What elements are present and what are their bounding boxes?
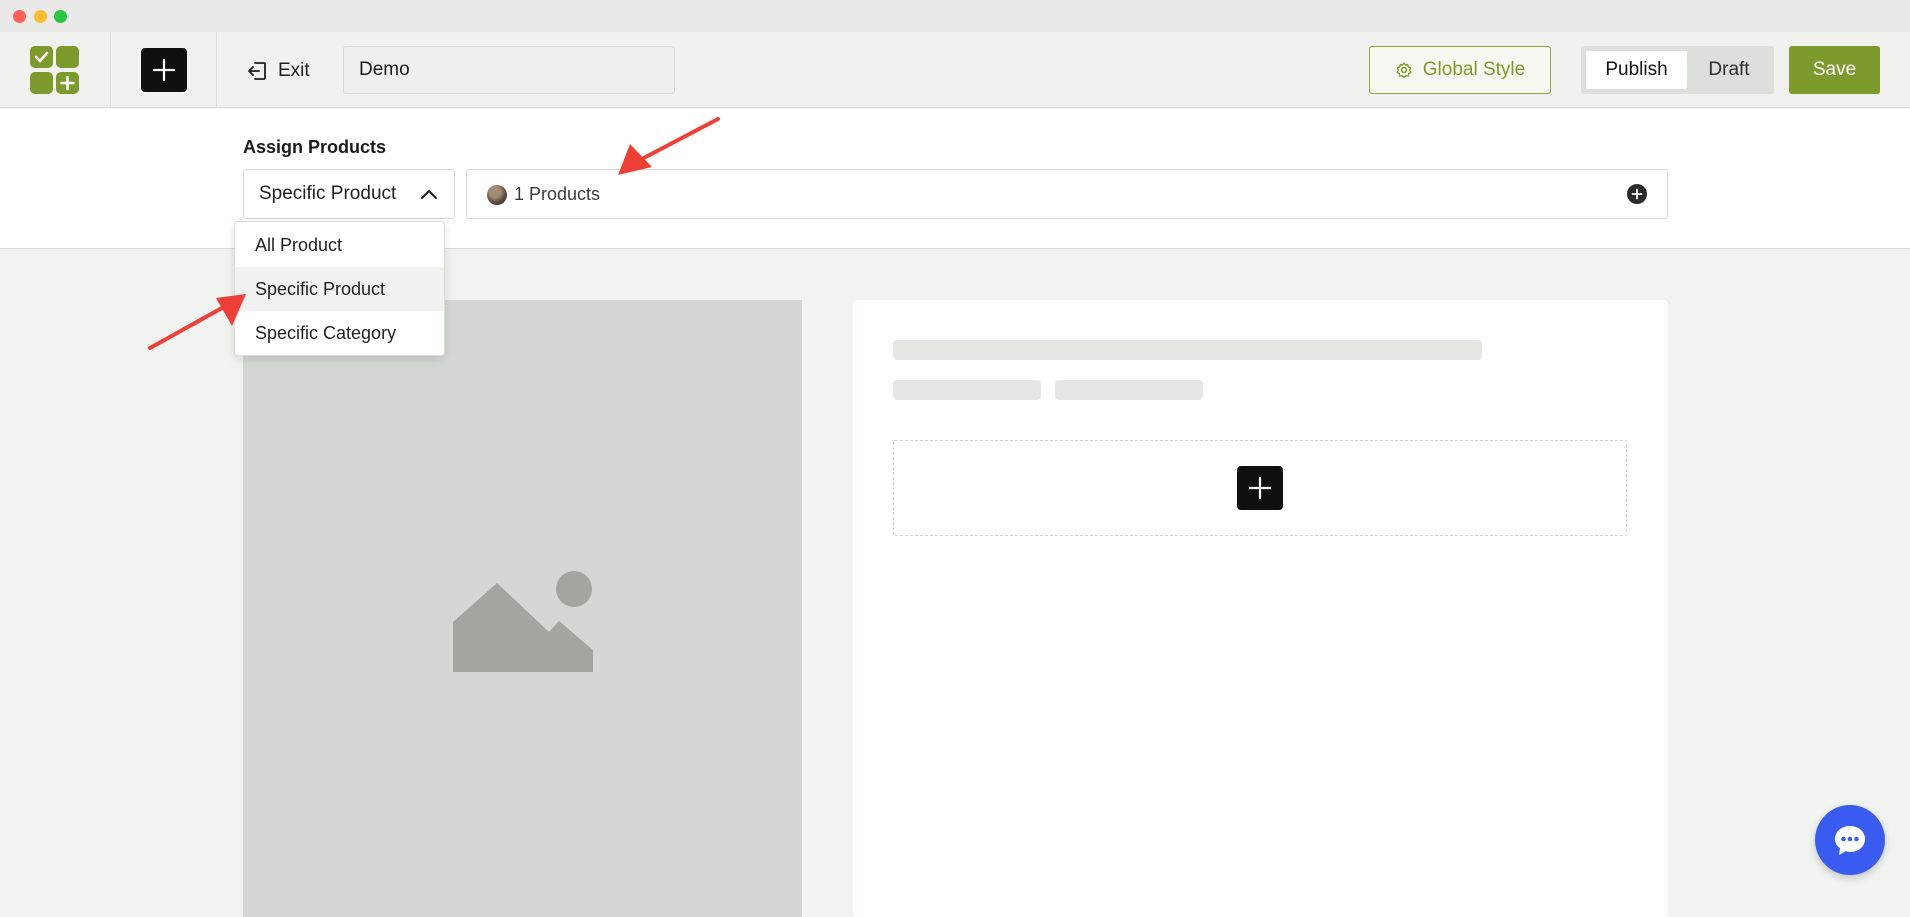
toolbar-divider [216, 32, 217, 108]
selected-products-field[interactable]: 1 Products [466, 169, 1668, 219]
plus-icon [1248, 476, 1272, 500]
title-skeleton [893, 340, 1482, 360]
annotation-arrow-specific-product [148, 294, 246, 350]
exit-icon [248, 62, 266, 80]
gear-icon [1396, 62, 1412, 79]
plus-icon [152, 58, 176, 82]
window-titlebar [0, 0, 1910, 32]
assign-scope-value: Specific Product [259, 183, 397, 204]
dropdown-option-all-product[interactable]: All Product [235, 223, 444, 267]
close-window-button[interactable] [13, 10, 26, 23]
assign-scope-select[interactable]: Specific Product [243, 169, 455, 219]
product-info-card [853, 300, 1668, 917]
save-button[interactable]: Save [1789, 46, 1880, 94]
app-logo-icon [30, 46, 80, 94]
product-image-placeholder[interactable] [243, 300, 802, 917]
assign-products-label: Assign Products [243, 137, 387, 157]
chat-bubble-icon [1835, 826, 1865, 855]
zoom-window-button[interactable] [54, 10, 67, 23]
dropdown-option-specific-category[interactable]: Specific Category [235, 311, 444, 355]
draft-option[interactable]: Draft [1687, 51, 1771, 89]
plus-circle-icon[interactable] [1627, 184, 1647, 204]
editor-toolbar: Exit Demo Global Style Publish Draft Sav… [0, 32, 1910, 108]
toolbar-divider [110, 32, 111, 108]
dropdown-option-specific-product[interactable]: Specific Product [235, 267, 444, 311]
chat-widget-button[interactable] [1815, 805, 1885, 875]
publish-status-toggle: Publish Draft [1581, 46, 1774, 94]
exit-button[interactable]: Exit [246, 56, 310, 86]
add-element-button[interactable] [141, 48, 187, 92]
products-count: 1 Products [514, 184, 601, 204]
price-skeleton [893, 380, 1041, 400]
page-name-input[interactable]: Demo [343, 46, 675, 94]
assign-scope-dropdown: All Product Specific Product Specific Ca… [234, 221, 445, 356]
minimize-window-button[interactable] [34, 10, 47, 23]
add-block-button[interactable] [1237, 466, 1283, 510]
exit-label: Exit [278, 60, 310, 81]
element-drop-zone[interactable] [893, 440, 1627, 536]
global-style-label: Global Style [1422, 59, 1526, 80]
image-placeholder-icon [453, 571, 593, 672]
global-style-button[interactable]: Global Style [1369, 46, 1551, 94]
product-thumbnail [487, 185, 507, 205]
chevron-up-icon [421, 190, 437, 199]
publish-option[interactable]: Publish [1586, 51, 1687, 89]
price-skeleton [1055, 380, 1203, 400]
